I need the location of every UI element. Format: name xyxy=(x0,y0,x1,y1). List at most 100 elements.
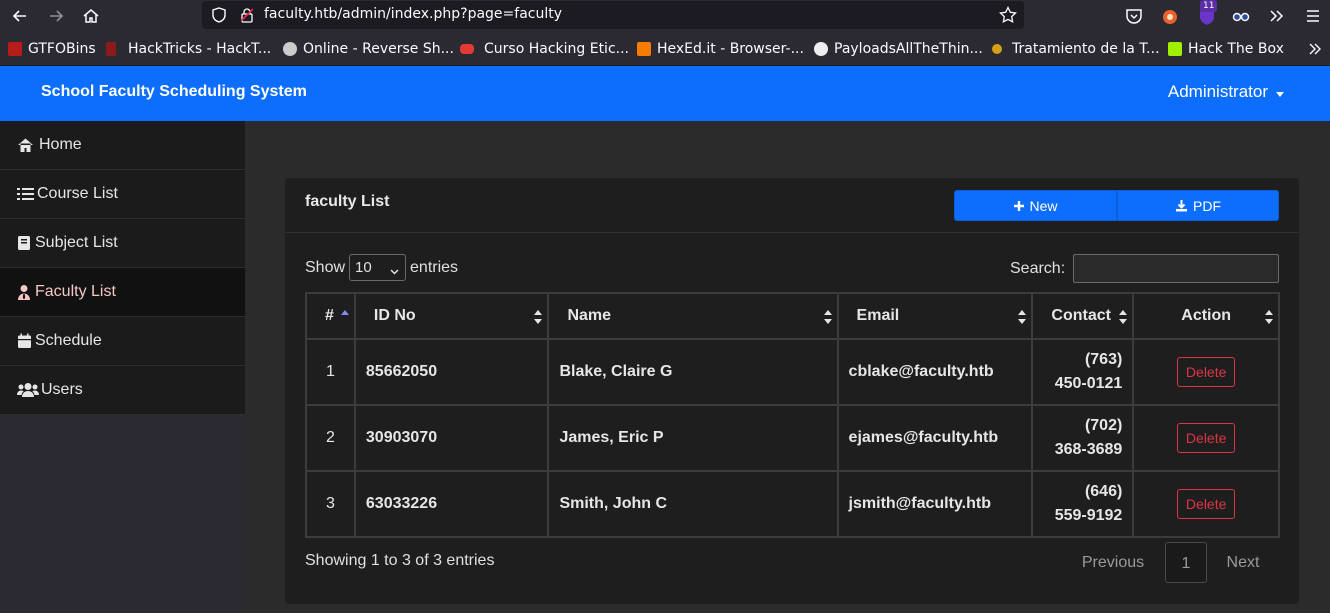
faculty-email: cblake@faculty.htb xyxy=(836,338,1034,406)
action-cell: Delete xyxy=(1132,338,1280,406)
extension-fox-icon[interactable] xyxy=(1159,5,1181,27)
faculty-name: Smith, John C xyxy=(547,470,839,538)
app-navbar: School Faculty Scheduling System Adminis… xyxy=(0,66,1330,121)
sidebar-item-home[interactable]: Home xyxy=(0,121,245,170)
search-input[interactable] xyxy=(1073,254,1279,283)
bookmark-tratamiento[interactable]: Tratamiento de la T... xyxy=(992,40,1160,58)
sort-icon xyxy=(1018,310,1027,324)
pocket-icon[interactable] xyxy=(1123,5,1145,27)
table-row: 1 85662050 Blake, Claire G cblake@facult… xyxy=(305,338,1280,406)
column-header-email[interactable]: Email xyxy=(836,292,1034,340)
faculty-card: faculty List New PDF Show 10 entries Sea… xyxy=(285,178,1299,604)
url-bar[interactable]: faculty.htb/admin/index.php?page=faculty xyxy=(202,1,1024,29)
faculty-id: 63033226 xyxy=(353,470,550,538)
bookmark-gtfobins[interactable]: GTFOBins xyxy=(8,40,96,58)
row-number: 2 xyxy=(305,404,356,472)
bookmark-hackthebox[interactable]: Hack The Box xyxy=(1168,40,1284,58)
home-icon xyxy=(17,137,34,153)
pdf-button[interactable]: PDF xyxy=(1117,190,1279,221)
page-length-select[interactable]: 10 xyxy=(349,254,407,281)
overflow-chevron-icon[interactable] xyxy=(1266,5,1288,27)
list-icon xyxy=(17,186,34,202)
bookmarks-overflow-icon[interactable] xyxy=(1306,40,1324,58)
table-row: 3 63033226 Smith, John C jsmith@faculty.… xyxy=(305,470,1280,538)
bookmark-star-icon[interactable] xyxy=(998,5,1018,25)
card-title: faculty List xyxy=(305,193,390,210)
new-button[interactable]: New xyxy=(954,190,1117,221)
action-cell: Delete xyxy=(1132,404,1280,472)
sidebar-item-course-list[interactable]: Course List xyxy=(0,170,245,219)
sidebar-item-users[interactable]: Users xyxy=(0,366,245,415)
action-cell: Delete xyxy=(1132,470,1280,538)
column-header-num[interactable]: # xyxy=(305,292,356,340)
calendar-icon xyxy=(17,333,34,349)
faculty-email: ejames@faculty.htb xyxy=(836,404,1034,472)
bookmark-payloads[interactable]: PayloadsAllTheThin... xyxy=(814,40,983,58)
download-icon xyxy=(1175,199,1188,212)
sort-icon xyxy=(823,310,832,324)
delete-button[interactable]: Delete xyxy=(1176,423,1236,453)
column-header-action[interactable]: Action xyxy=(1132,292,1280,340)
extension-glasses-icon[interactable] xyxy=(1230,5,1252,27)
table-info: Showing 1 to 3 of 3 entries xyxy=(305,552,495,569)
user-tie-icon xyxy=(17,284,34,300)
sidebar-item-subject-list[interactable]: Subject List xyxy=(0,219,245,268)
table-header-row: # ID No Name Email Contact Action xyxy=(305,292,1280,340)
forward-icon[interactable] xyxy=(45,5,67,27)
search-label: Search: xyxy=(1010,260,1066,277)
faculty-table: # ID No Name Email Contact Action 1 8566… xyxy=(305,292,1280,538)
sidebar-item-schedule[interactable]: Schedule xyxy=(0,317,245,366)
tratamiento-icon xyxy=(992,44,1002,54)
sort-icon xyxy=(1119,310,1128,324)
sort-asc-icon xyxy=(340,310,349,324)
bookmark-revshells[interactable]: Online - Reverse Sh... xyxy=(283,40,454,58)
column-header-contact[interactable]: Contact xyxy=(1031,292,1135,340)
delete-button[interactable]: Delete xyxy=(1176,357,1236,387)
url-text: faculty.htb/admin/index.php?page=faculty xyxy=(264,6,563,22)
faculty-id: 30903070 xyxy=(353,404,550,472)
users-icon xyxy=(17,382,39,398)
faculty-name: Blake, Claire G xyxy=(547,338,839,406)
account-menu[interactable]: Administrator xyxy=(1168,82,1268,102)
faculty-contact: (702) 368-3689 xyxy=(1031,404,1135,472)
faculty-id: 85662050 xyxy=(353,338,550,406)
extension-badge: 11 xyxy=(1200,0,1218,12)
sort-icon xyxy=(1265,310,1273,324)
sidebar: Home Course List Subject List Faculty Li… xyxy=(0,121,245,415)
row-number: 3 xyxy=(305,470,356,538)
delete-button[interactable]: Delete xyxy=(1176,489,1236,519)
card-header: faculty List New PDF xyxy=(285,178,1299,233)
chevron-down-icon xyxy=(390,263,399,275)
pagination-previous[interactable]: Previous xyxy=(1063,542,1163,583)
hacktricks-icon xyxy=(106,42,116,56)
bookmark-curso[interactable]: Curso Hacking Etic... xyxy=(460,40,629,58)
github-icon xyxy=(814,42,828,56)
html5-icon xyxy=(637,42,651,56)
column-header-name[interactable]: Name xyxy=(547,292,839,340)
bookmark-hexedit[interactable]: HexEd.it - Browser-... xyxy=(637,40,804,58)
home-button-icon[interactable] xyxy=(80,5,102,27)
gtfobins-icon xyxy=(8,42,22,56)
table-row: 2 30903070 James, Eric P ejames@faculty.… xyxy=(305,404,1280,472)
bookmark-hacktricks[interactable]: HackTricks - HackT... xyxy=(106,40,271,58)
row-number: 1 xyxy=(305,338,356,406)
page-length-control: Show 10 entries xyxy=(305,254,458,281)
back-icon[interactable] xyxy=(9,5,31,27)
faculty-contact: (646) 559-9192 xyxy=(1031,470,1135,538)
bookmarks-toolbar: GTFOBins HackTricks - HackT... Online - … xyxy=(0,32,1330,66)
column-header-id[interactable]: ID No xyxy=(353,292,550,340)
hackthebox-icon xyxy=(1168,42,1182,56)
shield-icon[interactable] xyxy=(210,6,228,24)
sidebar-item-faculty-list[interactable]: Faculty List xyxy=(0,268,245,317)
plus-icon xyxy=(1013,200,1025,212)
youtube-icon xyxy=(460,44,474,54)
lock-icon[interactable] xyxy=(238,6,256,24)
faculty-email: jsmith@faculty.htb xyxy=(836,470,1034,538)
menu-icon[interactable] xyxy=(1302,5,1324,27)
faculty-contact: (763) 450-0121 xyxy=(1031,338,1135,406)
sort-icon xyxy=(534,310,543,324)
chevron-down-icon[interactable] xyxy=(1276,92,1284,97)
pagination-page-1[interactable]: 1 xyxy=(1165,542,1207,583)
pagination-next[interactable]: Next xyxy=(1213,542,1273,583)
skull-icon xyxy=(283,42,297,56)
